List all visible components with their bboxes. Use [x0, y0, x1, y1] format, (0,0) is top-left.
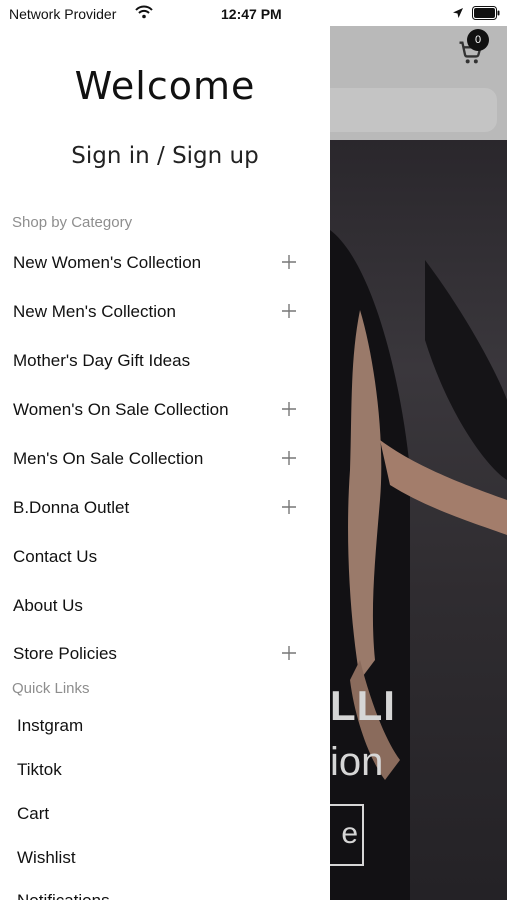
menu-item-about-us[interactable]: About Us — [0, 588, 310, 624]
hero-title: LLI — [330, 682, 396, 729]
side-drawer: Welcome Sign in / Sign up Shop by Catego… — [0, 0, 330, 900]
clock: 12:47 PM — [221, 6, 282, 22]
status-bar: Network Provider 12:47 PM — [0, 0, 507, 26]
hero-button[interactable]: e — [330, 804, 364, 866]
plus-icon[interactable] — [280, 644, 298, 662]
plus-icon[interactable] — [280, 498, 298, 516]
menu-item-contact-us[interactable]: Contact Us — [0, 539, 310, 575]
hero-banner[interactable]: LLI ion e — [330, 140, 507, 900]
quick-link-notifications[interactable]: Notifications — [17, 891, 110, 900]
cart-count-badge: 0 — [467, 29, 489, 51]
menu-item-label: New Men's Collection — [13, 302, 176, 321]
menu-item-label: Contact Us — [13, 547, 98, 566]
hero-image — [330, 230, 507, 900]
menu-item-mothers-day-gift-ideas[interactable]: Mother's Day Gift Ideas — [0, 343, 310, 379]
menu-item-label: About Us — [13, 596, 83, 615]
menu-item-womens-on-sale-collection[interactable]: Women's On Sale Collection — [0, 392, 310, 428]
menu-item-mens-on-sale-collection[interactable]: Men's On Sale Collection — [0, 441, 310, 477]
plus-icon[interactable] — [280, 400, 298, 418]
welcome-title: Welcome — [74, 64, 256, 108]
menu-item-bdonna-outlet[interactable]: B.Donna Outlet — [0, 490, 310, 526]
shop-by-category-title: Shop by Category — [12, 214, 133, 231]
menu-item-label: Mother's Day Gift Ideas — [13, 351, 191, 370]
quick-link-wishlist[interactable]: Wishlist — [17, 848, 76, 868]
quick-link-instagram[interactable]: Instgram — [17, 716, 83, 736]
battery-icon — [472, 6, 500, 20]
quick-link-cart[interactable]: Cart — [17, 804, 49, 824]
carrier-name: Network Provider — [9, 6, 117, 22]
sign-in-link[interactable]: Sign in / Sign up — [0, 143, 330, 169]
menu-item-label: B.Donna Outlet — [13, 498, 130, 517]
menu-item-label: Store Policies — [13, 644, 117, 663]
menu-item-new-womens-collection[interactable]: New Women's Collection — [0, 245, 310, 281]
quick-link-tiktok[interactable]: Tiktok — [17, 760, 62, 780]
menu-item-new-mens-collection[interactable]: New Men's Collection — [0, 294, 310, 330]
plus-icon[interactable] — [280, 302, 298, 320]
hero-subtitle: ion — [330, 740, 384, 784]
location-arrow-icon — [453, 8, 463, 18]
plus-icon[interactable] — [280, 449, 298, 467]
menu-item-store-policies[interactable]: Store Policies — [0, 636, 310, 672]
menu-item-label: Men's On Sale Collection — [13, 449, 204, 468]
quick-links-title: Quick Links — [12, 680, 90, 697]
menu-item-label: Women's On Sale Collection — [13, 400, 229, 419]
wifi-icon — [135, 5, 153, 19]
search-bar[interactable] — [330, 88, 497, 132]
menu-item-label: New Women's Collection — [13, 253, 202, 272]
plus-icon[interactable] — [280, 253, 298, 271]
